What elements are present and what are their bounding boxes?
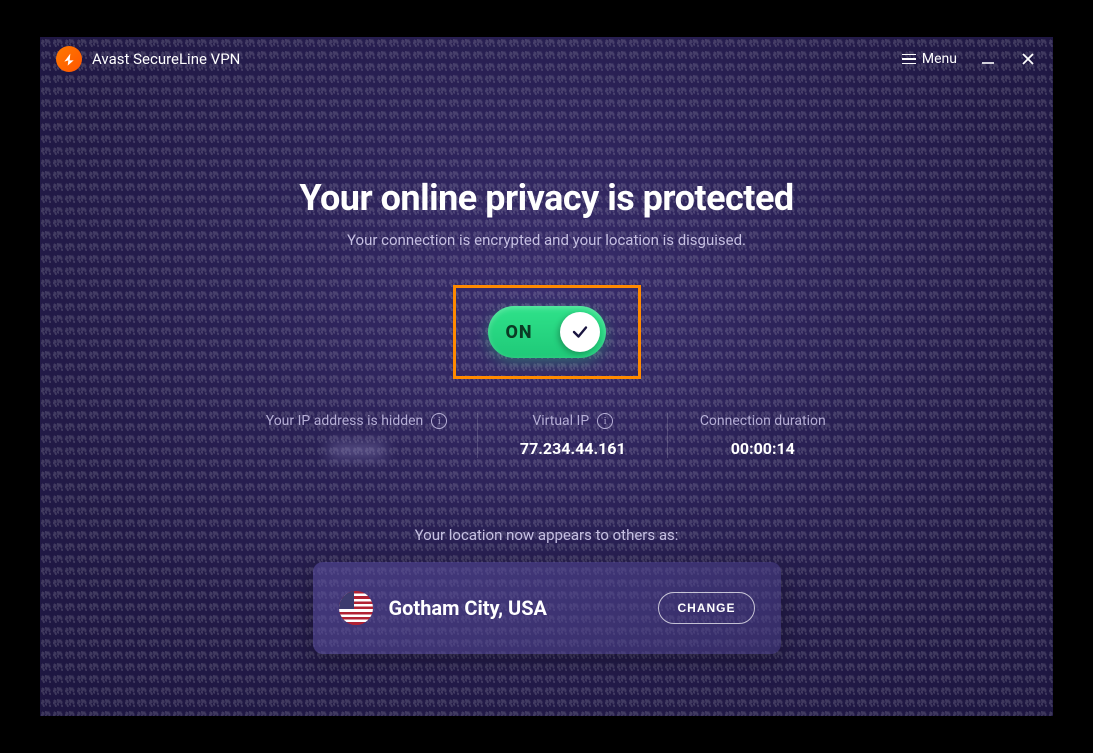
subheadline: Your connection is encrypted and your lo… xyxy=(347,231,746,249)
stat-virtual-ip: Virtual IP i 77.234.44.161 xyxy=(477,413,667,458)
menu-label: Menu xyxy=(922,51,957,67)
menu-button[interactable]: Menu xyxy=(902,51,957,67)
info-icon[interactable]: i xyxy=(597,413,613,429)
minimize-button[interactable] xyxy=(979,50,997,68)
main-content: Your online privacy is protected Your co… xyxy=(40,81,1053,654)
titlebar: Avast SecureLine VPN Menu xyxy=(40,37,1053,81)
close-button[interactable] xyxy=(1019,50,1037,68)
change-location-button[interactable]: CHANGE xyxy=(658,592,754,624)
hidden-ip-placeholder: •••••••• xyxy=(326,439,388,462)
check-icon xyxy=(571,323,589,341)
stats-row: Your IP address is hidden i •••••••• Vir… xyxy=(236,413,858,462)
location-name: Gotham City, USA xyxy=(389,596,548,620)
stat-duration-value: 00:00:14 xyxy=(698,439,827,458)
stat-duration-label-row: Connection duration xyxy=(698,413,827,429)
headline: Your online privacy is protected xyxy=(299,177,793,219)
stat-virtual-ip-label-row: Virtual IP i xyxy=(508,413,637,429)
app-window: Avast SecureLine VPN Menu Your online pr… xyxy=(40,37,1053,716)
vpn-toggle[interactable]: ON xyxy=(488,306,606,358)
stat-duration: Connection duration 00:00:14 xyxy=(667,413,857,458)
titlebar-controls: Menu xyxy=(902,50,1037,68)
stat-virtual-ip-label: Virtual IP xyxy=(532,413,589,429)
app-title: Avast SecureLine VPN xyxy=(92,50,240,68)
info-icon[interactable]: i xyxy=(431,413,447,429)
stat-duration-label: Connection duration xyxy=(700,413,826,429)
usa-flag-icon xyxy=(339,591,373,625)
location-caption: Your location now appears to others as: xyxy=(415,526,679,544)
stat-ip-hidden: Your IP address is hidden i •••••••• xyxy=(236,413,478,462)
stat-ip-hidden-label-row: Your IP address is hidden i xyxy=(266,413,448,429)
toggle-state-label: ON xyxy=(506,322,533,343)
avast-logo-icon xyxy=(56,46,82,72)
stat-ip-hidden-label: Your IP address is hidden xyxy=(266,413,424,429)
stat-virtual-ip-value: 77.234.44.161 xyxy=(508,439,637,458)
toggle-knob xyxy=(560,312,600,352)
hamburger-icon xyxy=(902,54,916,65)
location-card[interactable]: Gotham City, USA CHANGE xyxy=(313,562,781,654)
toggle-highlight-frame: ON xyxy=(453,285,641,379)
stat-ip-hidden-value: •••••••• xyxy=(266,439,448,462)
